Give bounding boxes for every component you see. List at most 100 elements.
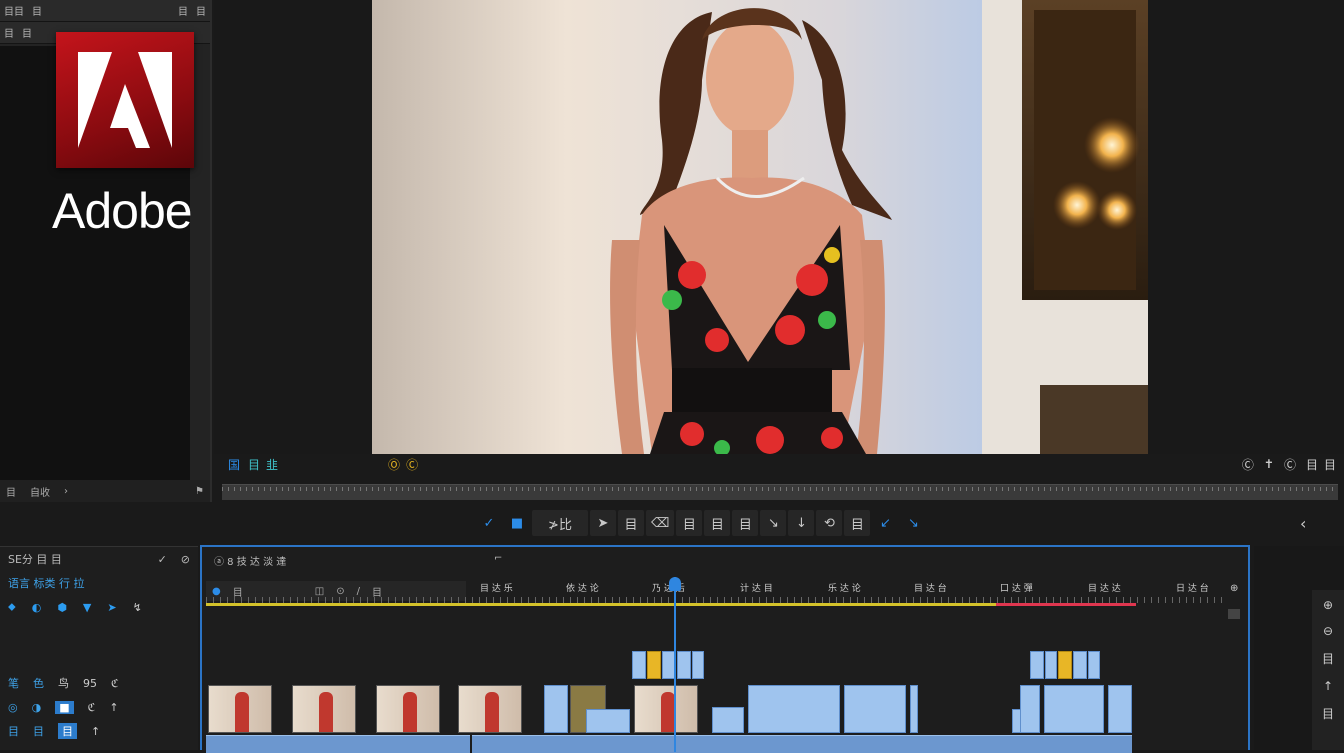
tool-5[interactable]: 目 [618,510,644,536]
video-clip-thumbnail[interactable] [458,685,522,733]
monitor-ctrl-3[interactable]: 韭 [266,456,278,473]
lock-icon[interactable]: ⊕ [1230,583,1238,594]
clip[interactable] [647,651,661,679]
video-clip-thumbnail[interactable] [208,685,272,733]
zoom-in-icon[interactable]: ⊕ [1323,598,1333,612]
track-3-ctrl-2[interactable]: 目 [33,723,44,739]
track-2-ctrl-3[interactable]: ■ [55,700,74,714]
grid-icon[interactable]: 目 [1322,650,1334,667]
clip[interactable] [1108,685,1132,733]
monitor-ctrl-9[interactable]: 目 [1306,456,1318,473]
playhead-line[interactable] [674,577,676,752]
audio-clip[interactable] [472,735,1132,753]
monitor-ctrl-10[interactable]: 目 [1324,456,1336,473]
track-2-ctrl-1[interactable]: ◎ [8,701,18,714]
clip[interactable] [1045,651,1057,679]
track-3-ctrl-1[interactable]: 目 [8,723,19,739]
video-clip-thumbnail[interactable] [292,685,356,733]
up-icon[interactable]: ↑ [1323,679,1333,693]
project-tab-2[interactable]: 目 [32,3,42,18]
track-1-ctrl-2[interactable]: 色 [33,675,44,691]
track-3-ctrl-3[interactable]: 目 [58,723,77,739]
clip[interactable] [632,651,646,679]
tool-7[interactable]: 目 [676,510,703,536]
tool-icon-6[interactable]: ↯ [133,601,142,614]
zoom-out-icon[interactable]: ⊖ [1323,624,1333,638]
tool-icon-5[interactable]: ➤ [107,601,116,614]
clip[interactable] [748,685,840,733]
panel-icon[interactable]: 目 [1322,705,1334,722]
clip[interactable] [586,709,630,733]
monitor-ctrl-8[interactable]: Ⓒ [1284,456,1296,473]
monitor-ctrl-7[interactable]: ✝ [1264,457,1274,471]
tool-14[interactable]: ↙ [872,510,898,536]
tool-9[interactable]: 目 [732,510,759,536]
monitor-scrub-bar[interactable] [222,484,1338,500]
clip[interactable] [1073,651,1087,679]
check-icon[interactable]: ✓ [158,553,167,566]
track-1-ctrl-1[interactable]: 笔 [8,675,19,691]
footer-item-2[interactable]: 自收 [30,484,50,499]
playhead-handle[interactable] [669,577,681,591]
tool-3[interactable]: ≯比 [532,510,588,536]
project-tab-3[interactable]: 目 [178,3,188,18]
tools-panel-subheader[interactable]: 语言 标类 行 拉 [0,571,198,595]
clip[interactable] [712,707,744,733]
track-1-ctrl-4[interactable]: 95 [83,677,97,690]
clip[interactable] [1088,651,1100,679]
tool-6[interactable]: ⌫ [646,510,675,536]
tool-15[interactable]: ↘ [900,510,926,536]
header-item-4[interactable]: ⊙ [336,586,344,597]
tool-icon-2[interactable]: ◐ [32,601,42,614]
footer-item-4[interactable]: ⚑ [195,486,204,497]
monitor-ctrl-4[interactable]: Ⓞ [388,456,400,473]
clip[interactable] [1044,685,1104,733]
clip[interactable] [1030,651,1044,679]
footer-item-1[interactable]: 目 [6,484,16,499]
clip[interactable] [1020,685,1040,733]
tool-11[interactable]: ↓ [788,510,815,536]
clip[interactable] [910,685,918,733]
track-1-ctrl-5[interactable]: ℭ [111,677,119,690]
tool-icon-4[interactable]: ▼ [83,601,91,614]
track-2-ctrl-2[interactable]: ◑ [32,701,42,714]
help-icon[interactable]: ⊘ [181,553,190,566]
track-1-ctrl-3[interactable]: 鸟 [58,675,69,691]
timeline-menu-icon[interactable]: ⌐ [494,553,502,564]
clip[interactable] [544,685,568,733]
tool-12[interactable]: ⟲ [816,510,843,536]
tool-4[interactable]: ➤ [590,510,616,536]
monitor-ctrl-2[interactable]: 目 [248,456,260,473]
header-item-3[interactable]: ◫ [315,586,324,597]
project-tool-1[interactable]: 目 [4,25,14,40]
clip[interactable] [844,685,906,733]
footer-item-3[interactable]: › [64,486,68,497]
tool-1[interactable]: ✓ [476,510,502,536]
audio-clip[interactable] [206,735,470,753]
scroll-handle[interactable] [1228,609,1240,619]
tool-13[interactable]: 目 [844,510,871,536]
project-tab-4[interactable]: 目 [196,3,206,18]
track-2-ctrl-5[interactable]: ↑ [109,701,118,714]
clip[interactable] [692,651,704,679]
clip[interactable] [677,651,691,679]
header-item-5[interactable]: / [357,586,360,597]
video-clip-thumbnail[interactable] [376,685,440,733]
monitor-ctrl-1[interactable]: 国 [228,456,240,473]
video-preview[interactable] [372,0,1148,454]
timeline-panel[interactable]: ⓐ 8 技 达 淡 達 ⌐ ● 目 ◫ ⊙ / 目 目 达 乐 依 达 论 乃 … [200,545,1250,753]
track-3-ctrl-4[interactable]: ↑ [91,725,100,738]
track-2-ctrl-4[interactable]: ℭ [88,701,96,714]
tool-10[interactable]: ↘ [760,510,787,536]
tool-icon-3[interactable]: ⬢ [57,601,67,614]
back-arrow-icon[interactable]: ‹ [1300,514,1306,533]
clip[interactable] [1058,651,1072,679]
header-item-1[interactable]: ● [212,586,221,597]
monitor-ctrl-5[interactable]: Ⓒ [406,456,418,473]
tool-icon-1[interactable]: ⬥ [8,600,16,614]
project-tab-1[interactable]: 目目 [4,3,24,18]
monitor-ctrl-6[interactable]: Ⓒ [1242,456,1254,473]
video-clip-thumbnail[interactable] [634,685,698,733]
tool-8[interactable]: 目 [704,510,731,536]
work-area-bar[interactable] [206,603,996,606]
